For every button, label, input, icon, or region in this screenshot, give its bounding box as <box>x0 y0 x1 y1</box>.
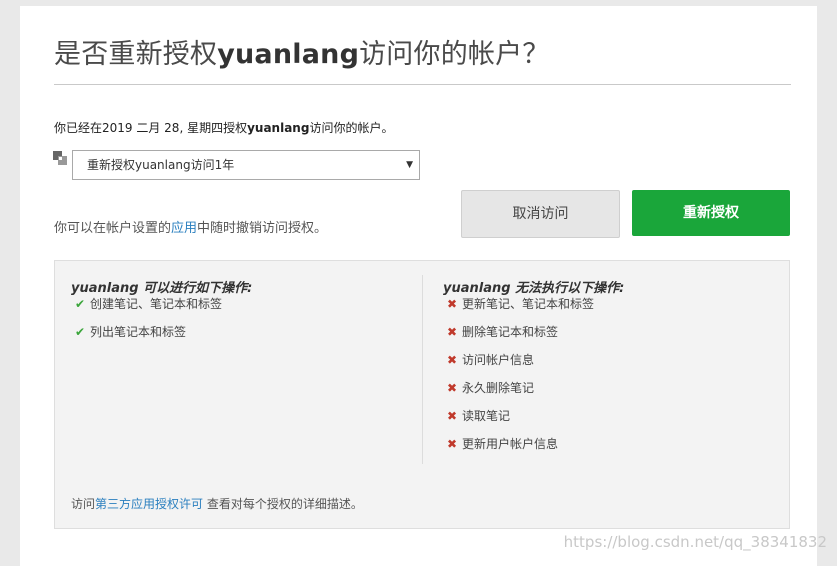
authorized-since-text: 你已经在2019 二月 28, 星期四授权yuanlang访问你的帐户。 <box>54 119 393 136</box>
title-app-name: yuanlang <box>217 39 360 70</box>
denied-item-label: 读取笔记 <box>462 409 511 423</box>
cross-icon: ✖ <box>447 297 458 311</box>
page-title: 是否重新授权yuanlang访问你的帐户？ <box>54 32 550 71</box>
app-icon <box>53 151 67 165</box>
allowed-item: ✔ 创建笔记、笔记本和标签 <box>75 295 222 313</box>
denied-item-label: 更新笔记、笔记本和标签 <box>462 297 595 311</box>
cancel-access-button[interactable]: 取消访问 <box>461 190 620 238</box>
watermark: https://blog.csdn.net/qq_38341832 <box>563 533 827 551</box>
cross-icon: ✖ <box>447 353 458 367</box>
denied-item: ✖ 更新笔记、笔记本和标签 <box>447 295 594 313</box>
duration-select[interactable]: 重新授权yuanlang访问1年 ▼ <box>72 150 420 180</box>
cross-icon: ✖ <box>447 437 458 451</box>
denied-item: ✖ 访问帐户信息 <box>447 351 534 369</box>
cross-icon: ✖ <box>447 325 458 339</box>
permissions-panel: yuanlang 可以进行如下操作: ✔ 创建笔记、笔记本和标签 ✔ 列出笔记本和标… <box>54 260 790 529</box>
denied-item: ✖ 读取笔记 <box>447 407 510 425</box>
permissions-footer: 访问第三方应用授权许可 查看对每个授权的详细描述。 <box>71 495 363 512</box>
title-divider <box>54 84 791 85</box>
reauthorize-button[interactable]: 重新授权 <box>632 190 790 236</box>
denied-item: ✖ 更新用户帐户信息 <box>447 435 558 453</box>
revoke-note-suffix: 中随时撤销访问授权。 <box>197 221 328 236</box>
footer-prefix: 访问 <box>71 497 96 511</box>
allowed-item-label: 列出笔记本和标签 <box>90 325 187 339</box>
denied-item: ✖ 删除笔记本和标签 <box>447 323 558 341</box>
check-icon: ✔ <box>75 325 86 339</box>
revoke-note-prefix: 你可以在帐户设置的 <box>54 221 172 236</box>
denied-item-label: 访问帐户信息 <box>462 353 535 367</box>
check-icon: ✔ <box>75 297 86 311</box>
duration-select-value: 重新授权yuanlang访问1年 <box>87 158 235 172</box>
denied-heading-text: 无法执行以下操作: <box>510 281 625 296</box>
column-divider <box>422 275 423 464</box>
third-party-license-link[interactable]: 第三方应用授权许可 <box>95 497 203 511</box>
allowed-heading-app: yuanlang <box>71 281 139 296</box>
cross-icon: ✖ <box>447 409 458 423</box>
since-suffix: 访问你的帐户。 <box>309 121 394 135</box>
apps-settings-link[interactable]: 应用 <box>171 221 197 236</box>
title-suffix: 访问你的帐户？ <box>359 39 550 70</box>
denied-item: ✖ 永久删除笔记 <box>447 379 534 397</box>
allowed-heading: yuanlang 可以进行如下操作: <box>71 277 252 296</box>
denied-item-label: 删除笔记本和标签 <box>462 325 559 339</box>
denied-heading-app: yuanlang <box>443 281 511 296</box>
allowed-item: ✔ 列出笔记本和标签 <box>75 323 186 341</box>
allowed-item-label: 创建笔记、笔记本和标签 <box>90 297 223 311</box>
denied-item-label: 更新用户帐户信息 <box>462 437 559 451</box>
allowed-heading-text: 可以进行如下操作: <box>138 281 253 296</box>
chevron-down-icon: ▼ <box>406 160 413 170</box>
cross-icon: ✖ <box>447 381 458 395</box>
denied-item-label: 永久删除笔记 <box>462 381 535 395</box>
denied-heading: yuanlang 无法执行以下操作: <box>443 277 624 296</box>
reauthorize-dialog: 是否重新授权yuanlang访问你的帐户？ 你已经在2019 二月 28, 星期… <box>20 6 817 566</box>
revoke-note: 你可以在帐户设置的应用中随时撤销访问授权。 <box>54 217 327 236</box>
footer-suffix: 查看对每个授权的详细描述。 <box>203 497 363 511</box>
title-prefix: 是否重新授权 <box>54 39 218 70</box>
since-app-name: yuanlang <box>247 121 310 135</box>
since-prefix: 你已经在2019 二月 28, 星期四授权 <box>54 121 248 135</box>
